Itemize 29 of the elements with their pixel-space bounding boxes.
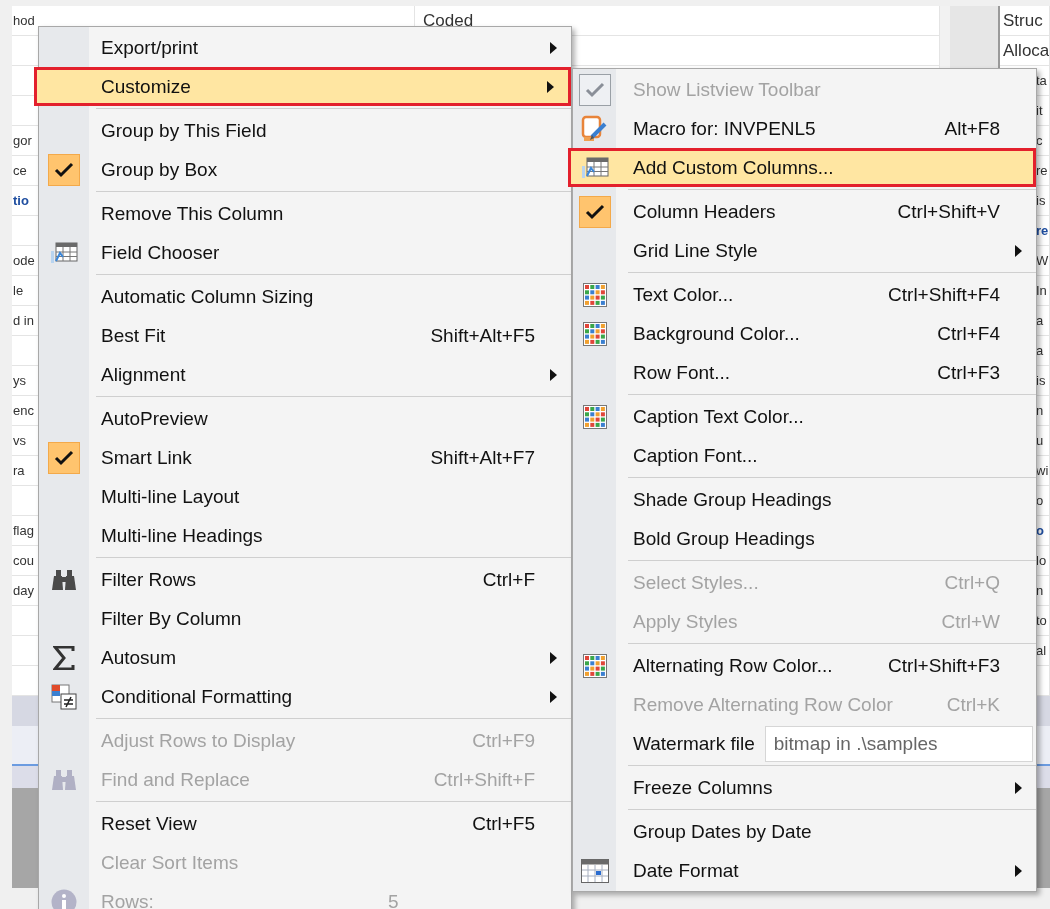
binoculars-icon bbox=[51, 568, 77, 591]
menu-item[interactable]: Autosum bbox=[39, 638, 571, 677]
table-icon bbox=[50, 241, 78, 264]
menu-item[interactable]: Freeze Columns bbox=[573, 768, 1036, 807]
menu-item[interactable]: Reset View Ctrl+F5 bbox=[39, 804, 571, 843]
table-cell: Struc bbox=[1000, 6, 1050, 36]
color-grid-icon bbox=[582, 404, 607, 429]
menu-item[interactable]: Add Custom Columns... bbox=[568, 148, 1036, 187]
table-cell: Alloca bbox=[1000, 36, 1050, 66]
table-cell: Coded bbox=[415, 6, 940, 36]
rows-label: Rows: bbox=[100, 890, 155, 909]
table-icon bbox=[580, 156, 609, 179]
menu-item[interactable]: Best Fit Shift+Alt+F5 bbox=[39, 316, 571, 355]
watermark-file-field[interactable]: bitmap in .\samples bbox=[764, 725, 1033, 762]
formatting-icon bbox=[51, 683, 77, 710]
menu-item[interactable]: Conditional Formatting bbox=[39, 677, 571, 716]
color-grid-icon bbox=[582, 282, 607, 307]
menu-item[interactable]: Date Format bbox=[573, 851, 1036, 890]
sigma-icon bbox=[53, 645, 75, 670]
field-label: Watermark file bbox=[632, 732, 755, 755]
binoculars-icon bbox=[51, 768, 77, 791]
color-grid-icon bbox=[582, 653, 607, 678]
menu-item[interactable]: Customize bbox=[34, 67, 571, 106]
menu-item[interactable]: Group Dates by Date bbox=[573, 812, 1036, 851]
calendar-icon bbox=[580, 858, 609, 883]
info-icon bbox=[51, 888, 77, 909]
pencil-icon bbox=[580, 114, 609, 143]
rows-count: 5 bbox=[387, 890, 400, 909]
color-grid-icon bbox=[582, 321, 607, 346]
